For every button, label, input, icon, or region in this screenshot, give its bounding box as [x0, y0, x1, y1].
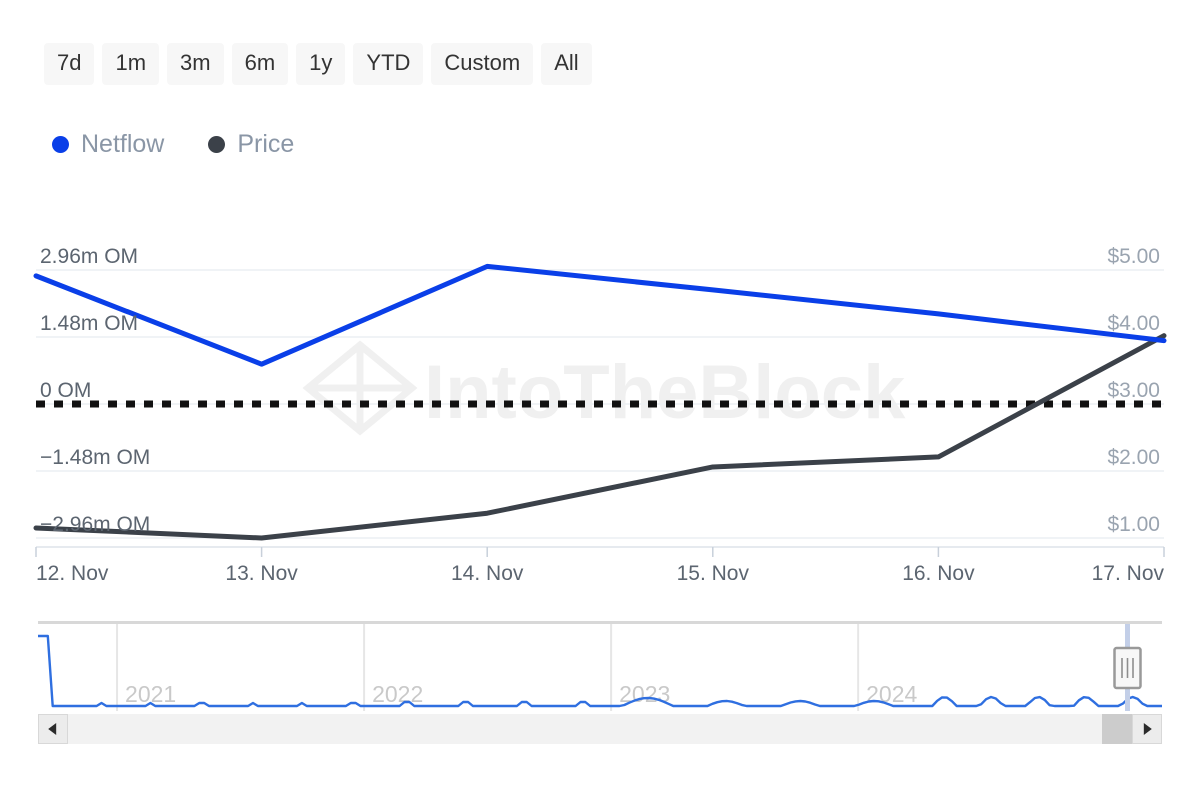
navigator-sparkline [38, 636, 1162, 706]
watermark: IntoTheBlock [308, 345, 906, 435]
navigator-year-label-0: 2021 [125, 681, 176, 707]
navigator-scrollbar[interactable] [38, 714, 1162, 744]
scrollbar-thumb[interactable] [68, 714, 1132, 744]
x-axis-label-0: 12. Nov [36, 562, 109, 585]
x-axis-label-5: 17. Nov [1092, 562, 1165, 585]
y-axis-left-label-1: 1.48m OM [40, 312, 138, 335]
navigator-year-label-3: 2024 [866, 681, 917, 707]
arrow-left-icon [48, 723, 56, 735]
legend-item-netflow[interactable]: Netflow [52, 132, 164, 157]
range-button-3m[interactable]: 3m [167, 43, 224, 85]
range-button-all[interactable]: All [541, 43, 591, 85]
range-button-6m[interactable]: 6m [232, 43, 289, 85]
watermark-text: IntoTheBlock [424, 350, 906, 435]
chart-gridlines [36, 270, 1164, 538]
legend-label-price: Price [237, 132, 294, 157]
x-axis-label-4: 16. Nov [902, 562, 975, 585]
legend-item-price[interactable]: Price [208, 132, 294, 157]
navigator-handle-grip-lines [1122, 658, 1133, 678]
navigator-gridlines [117, 624, 858, 711]
y-axis-left-label-2: 0 OM [40, 379, 91, 402]
navigator-year-label-1: 2022 [372, 681, 423, 707]
range-button-ytd[interactable]: YTD [353, 43, 423, 85]
y-axis-right-label-1: $4.00 [1107, 312, 1160, 335]
y-axis-right-label-3: $2.00 [1107, 446, 1160, 469]
scrollbar-left-button[interactable] [38, 714, 68, 744]
range-button-1y[interactable]: 1y [296, 43, 345, 85]
x-axis-ticks [36, 547, 1164, 557]
price-line-series [36, 336, 1164, 538]
circle-dot-icon [52, 136, 69, 153]
scrollbar-right-button[interactable] [1132, 714, 1162, 744]
range-selector: 7d 1m 3m 6m 1y YTD Custom All [44, 43, 592, 85]
x-axis-label-2: 14. Nov [451, 562, 524, 585]
scrollbar-thumb-active[interactable] [1102, 714, 1132, 744]
navigator[interactable]: 2021 2022 2023 2024 [38, 621, 1162, 711]
netflow-line-series [36, 266, 1164, 364]
navigator-right-handle[interactable] [1115, 624, 1141, 711]
range-button-1m[interactable]: 1m [102, 43, 159, 85]
y-axis-right-label-2: $3.00 [1107, 379, 1160, 402]
navigator-handle-grip[interactable] [1115, 648, 1141, 688]
y-axis-left-label-0: 2.96m OM [40, 245, 138, 268]
circle-dot-icon [208, 136, 225, 153]
navigator-handle-stem [1125, 624, 1130, 711]
y-axis-left-label-4: −2.96m OM [40, 513, 150, 536]
range-button-7d[interactable]: 7d [44, 43, 94, 85]
x-axis-label-3: 15. Nov [677, 562, 750, 585]
chart-legend: Netflow Price [52, 132, 294, 157]
x-axis-label-1: 13. Nov [225, 562, 298, 585]
navigator-background [38, 624, 1162, 711]
y-axis-left-label-3: −1.48m OM [40, 446, 150, 469]
y-axis-right-label-4: $1.00 [1107, 513, 1160, 536]
navigator-top-border [38, 621, 1162, 625]
arrow-right-icon [1144, 723, 1152, 735]
y-axis-left-labels: 2.96m OM 1.48m OM 0 OM −1.48m OM −2.96m OM [40, 245, 150, 536]
chart-canvas: IntoTheBlock 2.96m OM 1.48m OM 0 OM −1.48m … [0, 0, 1200, 800]
legend-label-netflow: Netflow [81, 132, 164, 157]
x-axis-labels: 12. Nov 13. Nov 14. Nov 15. Nov 16. Nov 17. N… [36, 562, 1164, 585]
netflow-price-chart-widget: 7d 1m 3m 6m 1y YTD Custom All Netflow Pr… [0, 0, 1200, 800]
y-axis-right-labels: $5.00 $4.00 $3.00 $2.00 $1.00 [1107, 245, 1160, 536]
y-axis-right-label-0: $5.00 [1107, 245, 1160, 268]
range-button-custom[interactable]: Custom [431, 43, 533, 85]
navigator-year-label-2: 2023 [619, 681, 670, 707]
navigator-year-labels: 2021 2022 2023 2024 [125, 681, 917, 707]
